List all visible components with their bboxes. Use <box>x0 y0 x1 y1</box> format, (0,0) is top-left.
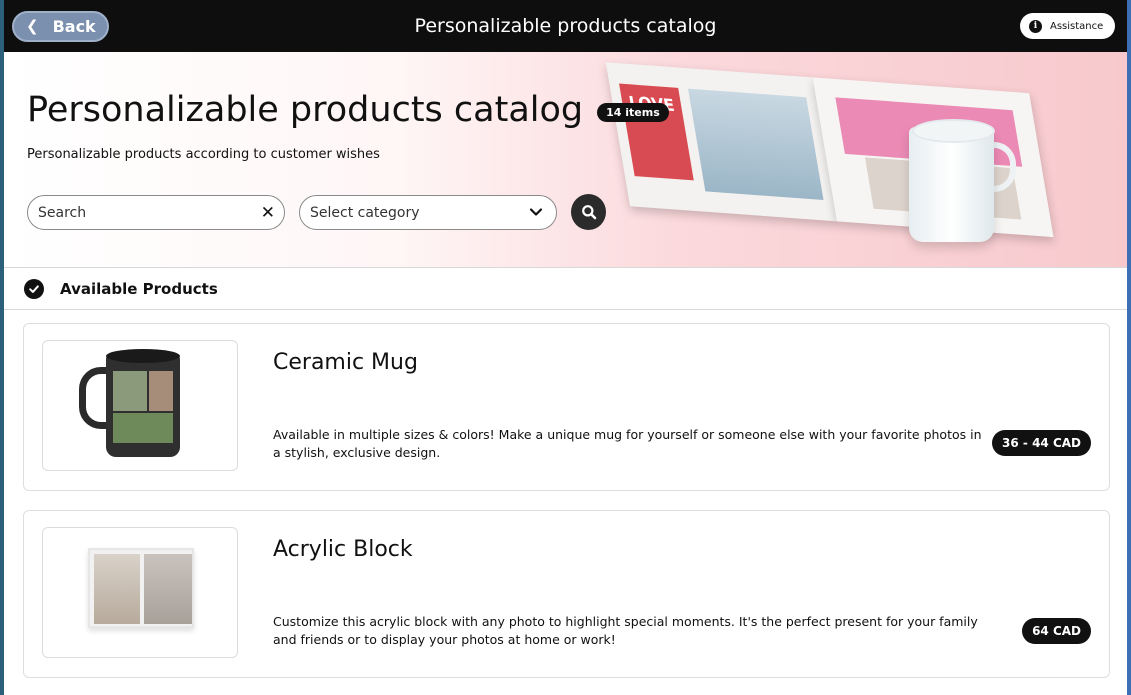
top-bar: ❮ Back Personalizable products catalog i… <box>4 0 1127 52</box>
photobook-left-page: LOVE <box>605 62 837 222</box>
page-subtitle: Personalizable products according to cus… <box>27 147 380 162</box>
product-title: Acrylic Block <box>273 537 413 562</box>
price-badge: 36 - 44 CAD <box>992 430 1091 456</box>
assistance-button[interactable]: i Assistance <box>1020 13 1115 39</box>
section-title: Available Products <box>60 279 218 298</box>
product-card[interactable]: Ceramic Mug Available in multiple sizes … <box>23 323 1110 491</box>
family-photo <box>687 88 824 201</box>
product-title: Ceramic Mug <box>273 350 418 375</box>
chevron-down-icon <box>529 208 543 216</box>
assistance-label: Assistance <box>1050 20 1104 32</box>
chevron-left-icon: ❮ <box>26 17 39 35</box>
back-button-label: Back <box>52 17 96 36</box>
hero-title-row: Personalizable products catalog 14 items <box>27 90 669 130</box>
back-button[interactable]: ❮ Back <box>12 11 109 42</box>
product-card[interactable]: Acrylic Block Customize this acrylic blo… <box>23 510 1110 678</box>
acrylic-photo <box>144 554 192 624</box>
hero-banner: LOVE Personalizable products catalog 14 … <box>4 52 1127 267</box>
app-window: ❮ Back Personalizable products catalog i… <box>4 0 1127 695</box>
search-button[interactable] <box>571 194 606 230</box>
clear-icon[interactable]: ✕ <box>261 203 275 223</box>
search-icon <box>581 205 596 220</box>
mug-photo <box>113 371 147 411</box>
topbar-title: Personalizable products catalog <box>414 15 717 37</box>
category-select-value: Select category <box>310 204 420 221</box>
category-select[interactable]: Select category <box>299 195 557 230</box>
item-count-badge: 14 items <box>597 102 669 122</box>
mug-photo <box>113 413 173 443</box>
available-products-header[interactable]: Available Products <box>4 267 1127 310</box>
check-circle-icon <box>24 278 44 299</box>
mug-photo <box>149 371 173 411</box>
acrylic-photo <box>94 554 140 624</box>
page-title: Personalizable products catalog <box>27 90 584 130</box>
info-icon: i <box>1029 19 1042 33</box>
search-input[interactable] <box>38 196 248 229</box>
search-field: ✕ <box>27 195 285 230</box>
price-badge: 64 CAD <box>1022 618 1091 644</box>
product-description: Available in multiple sizes & colors! Ma… <box>273 427 982 460</box>
hero-mug-image <box>909 119 995 242</box>
product-image <box>42 340 238 471</box>
acrylic-block <box>88 548 194 628</box>
product-description: Customize this acrylic block with any ph… <box>273 614 978 647</box>
product-image <box>42 527 238 658</box>
